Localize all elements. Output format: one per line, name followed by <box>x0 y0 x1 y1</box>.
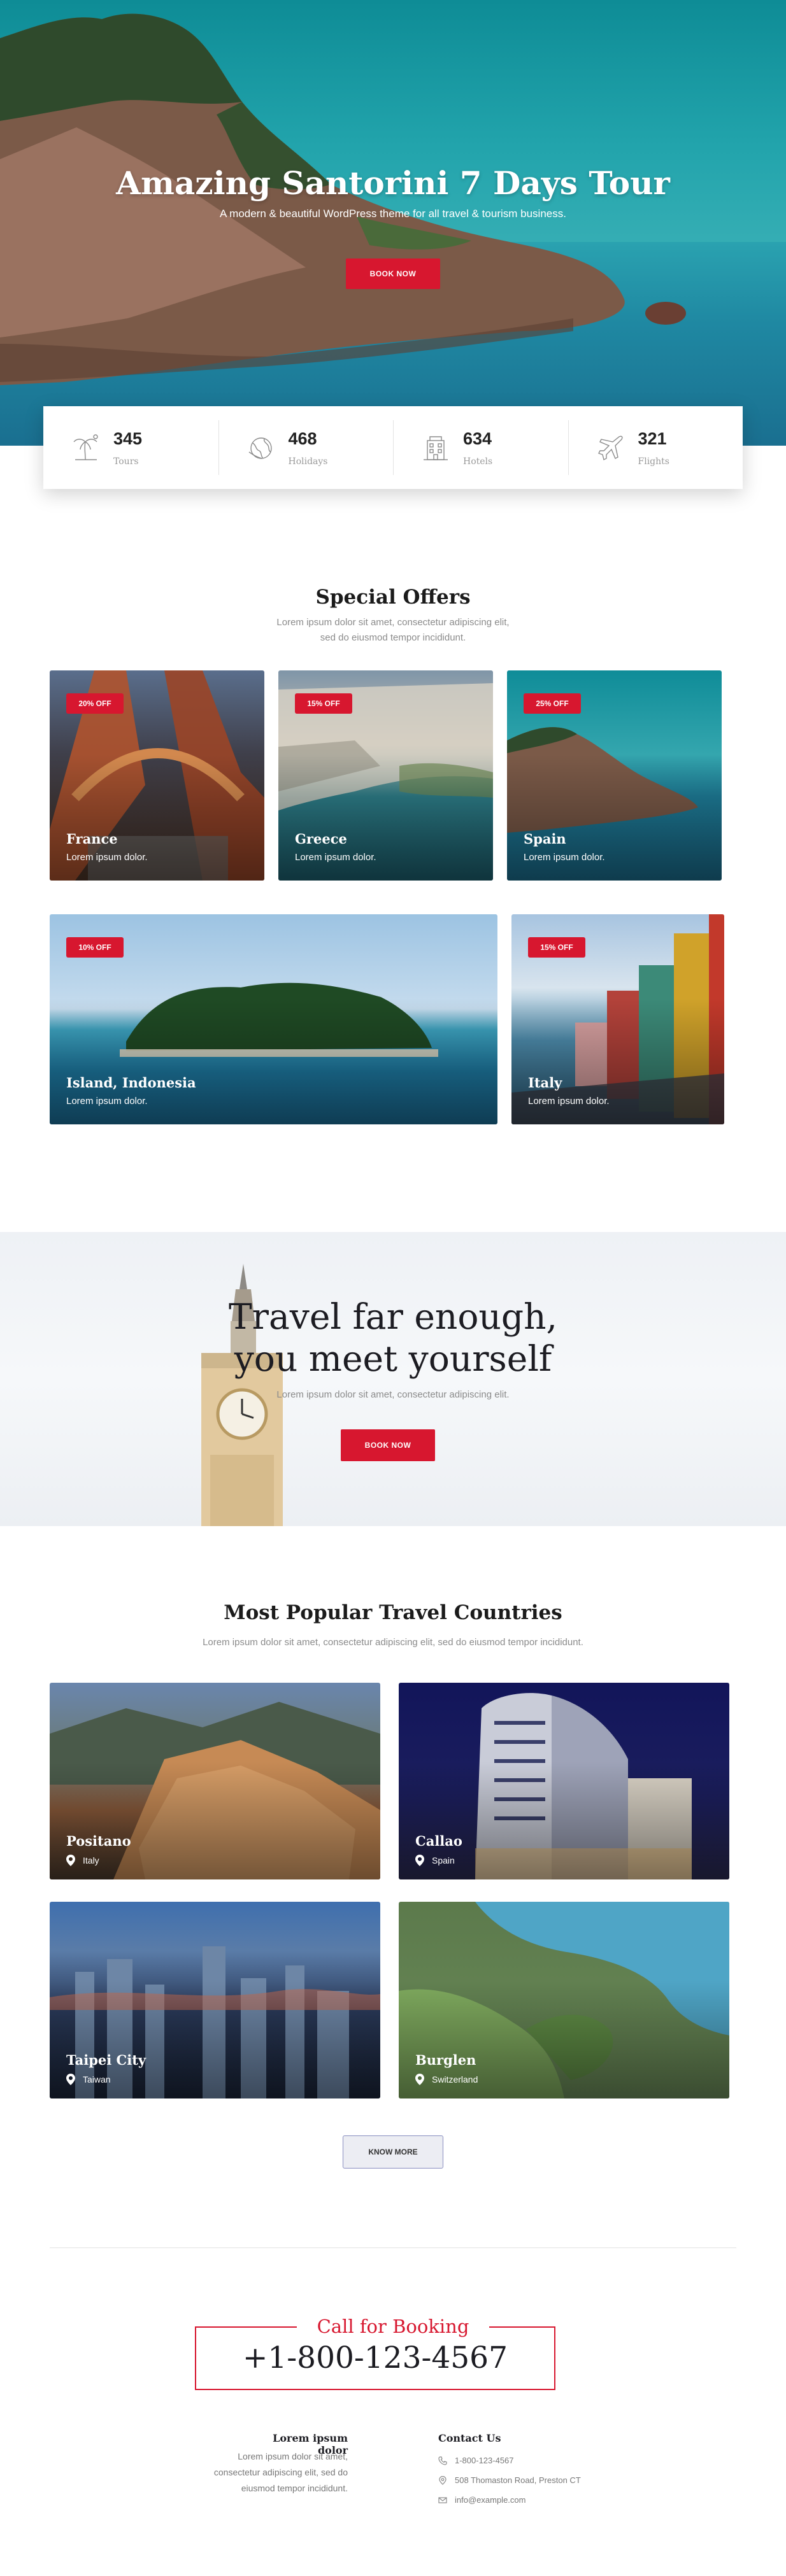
offer-sub: Lorem ipsum dolor. <box>66 852 148 863</box>
location-pin-icon <box>415 1855 424 1866</box>
footer-address: 508 Thomaston Road, Preston CT <box>455 2475 581 2485</box>
quote-title-line2: you meet yourself <box>234 1338 552 1379</box>
offer-badge: 20% OFF <box>66 693 124 714</box>
hero-section: Amazing Santorini 7 Days Tour A modern &… <box>0 0 786 446</box>
popular-card-positano[interactable]: Positano Italy <box>50 1683 380 1879</box>
popular-card-callao[interactable]: Callao Spain <box>399 1683 729 1879</box>
stat-tours-value: 345 <box>113 428 143 448</box>
popular-text: Lorem ipsum dolor sit amet, consectetur … <box>203 1637 583 1648</box>
footer-address-row: 508 Thomaston Road, Preston CT <box>438 2475 581 2485</box>
hero-cliff-image <box>0 13 686 385</box>
location-pin-icon <box>415 2074 424 2085</box>
offers-text-line2: sed do eiusmod tempor incididunt. <box>320 632 466 643</box>
footer-phone[interactable]: 1-800-123-4567 <box>455 2456 514 2465</box>
hotel-icon <box>424 436 448 460</box>
popular-name: Taipei City <box>66 2052 146 2068</box>
section-divider <box>50 2247 736 2248</box>
stat-hotels: 634 Hotels <box>393 406 568 489</box>
offer-name: Greece <box>295 831 347 847</box>
location-pin-icon <box>439 2475 447 2485</box>
envelope-icon <box>438 2496 447 2503</box>
call-booking-label: Call for Booking <box>297 2314 489 2339</box>
footer-contact-title: Contact Us <box>438 2432 501 2444</box>
quote-text: Lorem ipsum dolor sit amet, consectetur … <box>276 1389 510 1400</box>
hero-subtitle: A modern & beautiful WordPress theme for… <box>220 208 566 220</box>
hero-title: Amazing Santorini 7 Days Tour <box>116 164 670 202</box>
popular-name: Callao <box>415 1833 462 1849</box>
popular-title: Most Popular Travel Countries <box>224 1601 562 1624</box>
footer-about-line3: eiusmod tempor incididunt. <box>241 2483 348 2493</box>
popular-location: Switzerland <box>432 2074 478 2084</box>
quote-title-line1: Travel far enough, <box>228 1296 557 1337</box>
popular-name: Positano <box>66 1833 131 1849</box>
quote-section: Travel far enough, you meet yourself Lor… <box>0 1232 786 1526</box>
offer-name: Spain <box>524 831 566 847</box>
popular-location: Taiwan <box>83 2074 111 2084</box>
offer-sub: Lorem ipsum dolor. <box>528 1096 610 1107</box>
quote-book-now-button[interactable]: BOOK NOW <box>341 1429 435 1461</box>
offer-card-indonesia[interactable]: 10% OFF Island, Indonesia Lorem ipsum do… <box>50 914 497 1124</box>
location-pin-icon <box>66 2074 75 2085</box>
card-shade <box>50 1761 380 1879</box>
footer-email-row[interactable]: info@example.com <box>438 2495 525 2505</box>
stat-tours-label: Tours <box>113 456 139 467</box>
offer-sub: Lorem ipsum dolor. <box>66 1096 148 1107</box>
offers-text-line1: Lorem ipsum dolor sit amet, consectetur … <box>276 617 510 628</box>
call-booking-phone[interactable]: +1-800-123-4567 <box>195 2340 555 2375</box>
footer-about-line1: Lorem ipsum dolor sit amet, <box>238 2451 348 2461</box>
offer-name: Island, Indonesia <box>66 1075 196 1091</box>
popular-name: Burglen <box>415 2052 476 2068</box>
offer-badge: 25% OFF <box>524 693 581 714</box>
globe-icon <box>248 437 272 459</box>
offer-card-italy[interactable]: 15% OFF Italy Lorem ipsum dolor. <box>511 914 724 1124</box>
offer-card-spain[interactable]: 25% OFF Spain Lorem ipsum dolor. <box>507 670 722 881</box>
offer-card-greece[interactable]: 15% OFF Greece Lorem ipsum dolor. <box>278 670 493 881</box>
stat-holidays-value: 468 <box>288 428 317 448</box>
footer-about-line2: consectetur adipiscing elit, sed do <box>213 2467 348 2477</box>
offer-badge: 15% OFF <box>295 693 352 714</box>
stat-flights-label: Flights <box>638 456 669 467</box>
footer-phone-row[interactable]: 1-800-123-4567 <box>438 2456 514 2465</box>
know-more-button[interactable]: KNOW MORE <box>343 2135 443 2169</box>
airplane-icon <box>597 435 622 461</box>
stats-bar: 345 Tours 468 Holidays 634 Hotels 321 Fl… <box>43 406 743 489</box>
popular-card-burglen[interactable]: Burglen Switzerland <box>399 1902 729 2098</box>
stat-flights-value: 321 <box>638 428 667 448</box>
stat-hotels-label: Hotels <box>463 456 493 467</box>
hero-book-now-button[interactable]: BOOK NOW <box>346 258 440 289</box>
offer-badge: 10% OFF <box>66 937 124 958</box>
popular-location: Spain <box>432 1855 455 1865</box>
footer-email[interactable]: info@example.com <box>455 2495 525 2505</box>
popular-location: Italy <box>83 1855 99 1865</box>
palm-tree-icon <box>73 434 98 460</box>
stat-tours: 345 Tours <box>43 406 218 489</box>
location-pin-icon <box>66 1855 75 1866</box>
stat-hotels-value: 634 <box>463 428 492 448</box>
offer-card-france[interactable]: 20% OFF France Lorem ipsum dolor. <box>50 670 264 881</box>
offer-sub: Lorem ipsum dolor. <box>524 852 605 863</box>
offer-sub: Lorem ipsum dolor. <box>295 852 376 863</box>
stat-holidays: 468 Holidays <box>218 406 394 489</box>
offer-name: Italy <box>528 1075 562 1091</box>
stat-flights: 321 Flights <box>568 406 743 489</box>
phone-icon <box>438 2456 447 2465</box>
offer-badge: 15% OFF <box>528 937 585 958</box>
offers-title: Special Offers <box>315 586 471 609</box>
stat-holidays-label: Holidays <box>288 456 328 467</box>
popular-card-taipei[interactable]: Taipei City Taiwan <box>50 1902 380 2098</box>
offer-name: France <box>66 831 118 847</box>
